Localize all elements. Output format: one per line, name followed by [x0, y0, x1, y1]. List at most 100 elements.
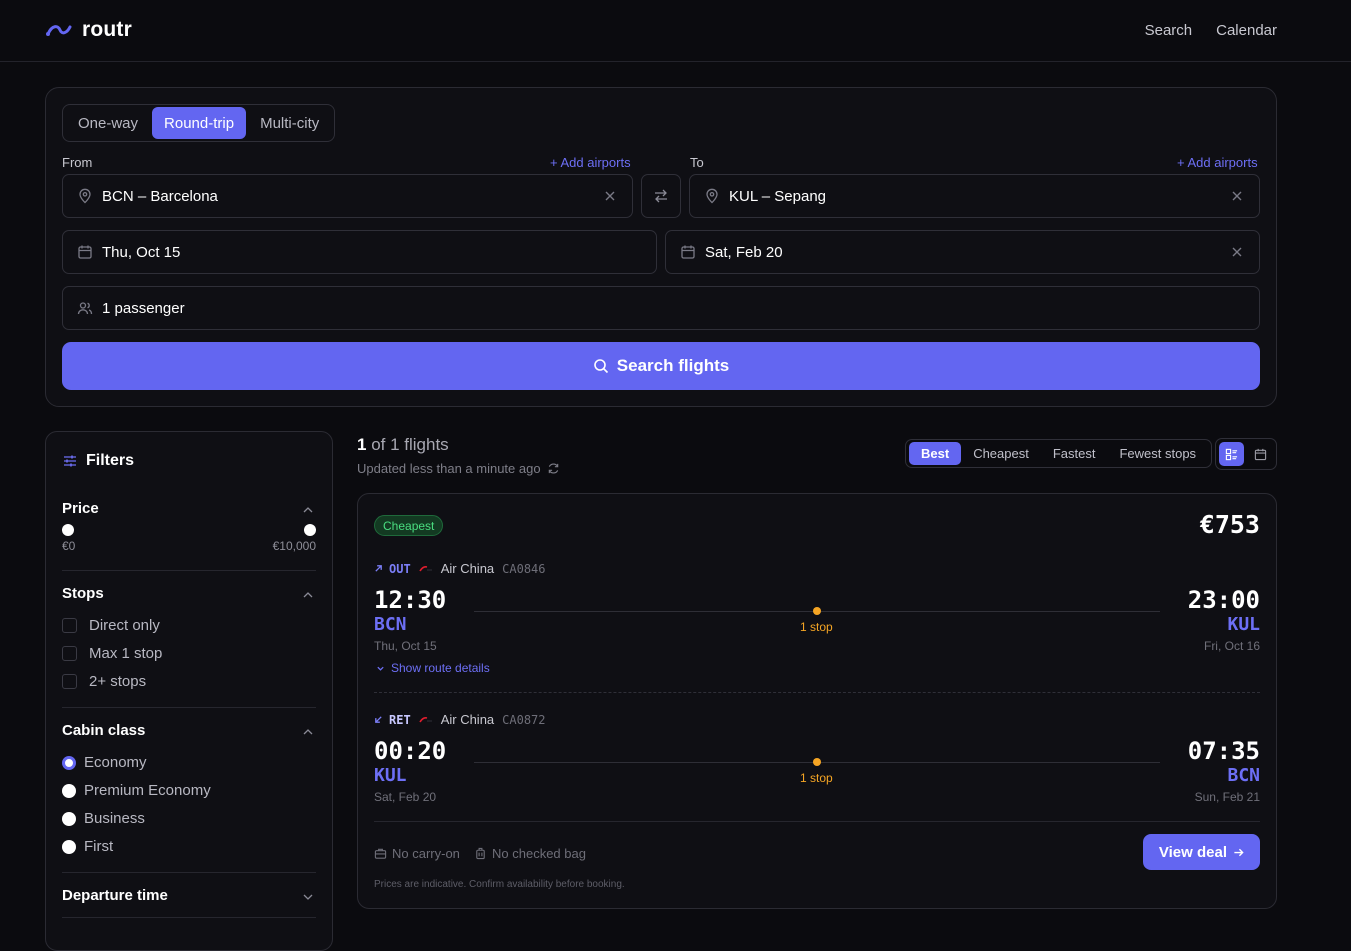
cabin-option-premium[interactable]: Premium Economy: [62, 782, 211, 799]
sort-fastest[interactable]: Fastest: [1041, 442, 1108, 465]
to-label: To: [690, 155, 704, 170]
price-min-label: €0: [62, 539, 76, 553]
trip-one-way[interactable]: One-way: [66, 107, 150, 139]
trip-multi-city[interactable]: Multi-city: [248, 107, 331, 139]
search-flights-label: Search flights: [616, 356, 730, 375]
show-route-details-link[interactable]: Show route details: [376, 661, 490, 675]
stop-option-max1[interactable]: Max 1 stop: [62, 645, 162, 662]
return-date-field[interactable]: Sat, Feb 20: [665, 230, 1260, 274]
top-bar: routr Search Calendar: [0, 0, 1351, 62]
updated-status: Updated less than a minute ago: [357, 461, 560, 476]
logo-icon: [46, 25, 72, 36]
checkbox[interactable]: [62, 674, 77, 689]
flight-result-card: Cheapest €753 OUT Air China CA0846 12:30…: [357, 493, 1277, 909]
stop-option-direct[interactable]: Direct only: [62, 617, 160, 634]
stops-title: Stops: [62, 585, 104, 602]
refresh-icon[interactable]: [547, 462, 560, 475]
return-arr-time: 07:35: [1187, 737, 1260, 765]
outbound-dep-time: 12:30: [374, 586, 447, 614]
outbound-arr-time: 23:00: [1187, 586, 1260, 614]
radio[interactable]: [62, 839, 76, 854]
list-view-button[interactable]: [1219, 442, 1244, 466]
sort-fewest-stops[interactable]: Fewest stops: [1107, 442, 1208, 465]
return-dir-label: RET: [389, 712, 411, 727]
trip-type-toggle: One-way Round-trip Multi-city: [62, 104, 336, 142]
cabin-option-first[interactable]: First: [62, 838, 113, 855]
show-route-details-label: Show route details: [391, 661, 490, 675]
clear-icon[interactable]: [1229, 188, 1245, 204]
search-panel: One-way Round-trip Multi-city From + Add…: [45, 87, 1277, 407]
calendar-view-button[interactable]: [1248, 442, 1273, 466]
view-deal-button[interactable]: View deal: [1142, 834, 1260, 870]
sort-cheapest[interactable]: Cheapest: [961, 442, 1041, 465]
filters-title: Filters: [86, 452, 135, 469]
chevron-down-icon[interactable]: [302, 891, 314, 903]
clear-icon[interactable]: [602, 188, 618, 204]
passengers-field[interactable]: 1 passenger: [62, 286, 1260, 330]
depart-date-value: Thu, Oct 15: [102, 243, 181, 261]
price-min-handle[interactable]: [62, 524, 74, 536]
cabin-title: Cabin class: [62, 722, 146, 739]
view-toggle: [1215, 438, 1277, 470]
divider: [62, 570, 316, 571]
users-icon: [77, 300, 93, 316]
stop-option-2plus[interactable]: 2+ stops: [62, 673, 146, 690]
filters-heading: Filters: [62, 452, 134, 470]
flight-number: CA0846: [502, 561, 546, 576]
checkbox[interactable]: [62, 618, 77, 633]
calendar-icon: [680, 244, 696, 260]
price: €753: [1199, 510, 1260, 539]
from-field[interactable]: BCN – Barcelona: [62, 174, 633, 218]
price-max-label: €10,000: [272, 539, 316, 553]
price-max-handle[interactable]: [304, 524, 316, 536]
from-add-airports[interactable]: + Add airports: [550, 155, 631, 170]
swap-icon: [655, 189, 667, 203]
location-pin-icon: [704, 188, 720, 204]
radio-selected[interactable]: [62, 755, 76, 770]
checkbox[interactable]: [62, 646, 77, 661]
cabin-option-label: Premium Economy: [84, 782, 211, 799]
flight-number: CA0872: [502, 712, 546, 727]
logo-text: routr: [82, 18, 132, 41]
return-arr-date: Sun, Feb 21: [1194, 790, 1260, 804]
depart-date-field[interactable]: Thu, Oct 15: [62, 230, 657, 274]
outbound-leg-header: OUT Air China CA0846: [374, 561, 546, 576]
divider: [62, 917, 316, 918]
radio[interactable]: [62, 783, 76, 798]
return-dep-time: 00:20: [374, 737, 447, 765]
cabin-option-economy[interactable]: Economy: [62, 754, 147, 771]
clear-icon[interactable]: [1229, 244, 1245, 260]
search-flights-button[interactable]: Search flights: [62, 342, 1260, 390]
outbound-dep-date: Thu, Oct 15: [374, 639, 437, 653]
chevron-up-icon[interactable]: [302, 504, 314, 516]
chevron-up-icon[interactable]: [302, 726, 314, 738]
swap-airports-button[interactable]: [641, 174, 681, 218]
to-field[interactable]: KUL – Sepang: [689, 174, 1260, 218]
stop-dot: [813, 758, 821, 766]
stop-option-label: Direct only: [89, 617, 160, 634]
sort-best[interactable]: Best: [909, 442, 962, 465]
cabin-option-business[interactable]: Business: [62, 810, 145, 827]
departure-title: Departure time: [62, 887, 168, 904]
logo[interactable]: routr: [46, 18, 132, 42]
chevron-up-icon[interactable]: [302, 589, 314, 601]
calendar-icon: [77, 244, 93, 260]
to-add-airports[interactable]: + Add airports: [1177, 155, 1258, 170]
footer-divider: [374, 821, 1260, 822]
from-label: From: [62, 155, 93, 170]
outbound-arr-code: KUL: [1227, 614, 1260, 635]
chevron-down-icon: [377, 666, 384, 671]
nav-calendar[interactable]: Calendar: [1216, 22, 1277, 39]
stop-option-label: 2+ stops: [89, 673, 147, 690]
trip-round-trip[interactable]: Round-trip: [152, 107, 247, 139]
from-value: BCN – Barcelona: [102, 187, 218, 205]
airline-name: Air China: [440, 561, 495, 576]
nav-search[interactable]: Search: [1145, 22, 1193, 39]
sort-toggle: Best Cheapest Fastest Fewest stops: [905, 439, 1213, 468]
calendar-icon: [1254, 448, 1267, 460]
radio[interactable]: [62, 811, 76, 826]
carry-on-label: No carry-on: [392, 846, 460, 861]
outbound-arr-date: Fri, Oct 16: [1203, 639, 1260, 653]
outbound-direction: OUT: [374, 562, 411, 576]
to-value: KUL – Sepang: [729, 187, 827, 205]
